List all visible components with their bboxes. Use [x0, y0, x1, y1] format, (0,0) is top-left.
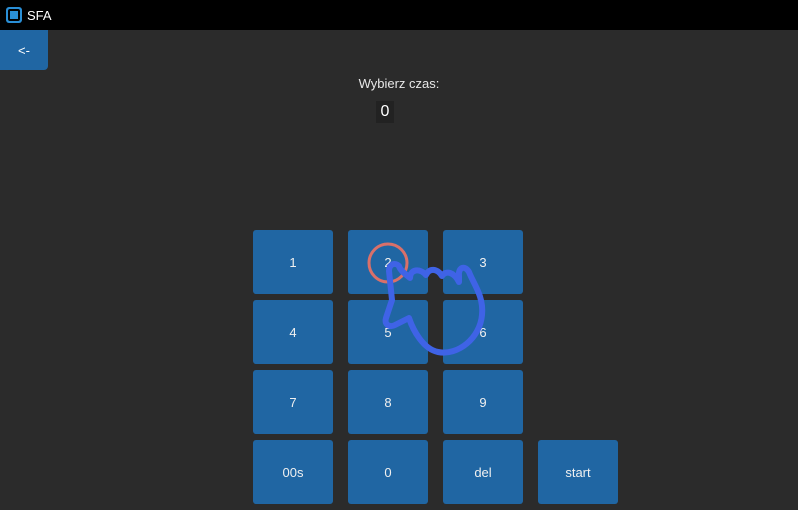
key-0-button[interactable]: 0 [348, 440, 428, 504]
key-9-button[interactable]: 9 [443, 370, 523, 434]
app-window-icon [6, 7, 22, 23]
key-3-button[interactable]: 3 [443, 230, 523, 294]
key-8-button[interactable]: 8 [348, 370, 428, 434]
start-button[interactable]: start [538, 440, 618, 504]
key-5-button[interactable]: 5 [348, 300, 428, 364]
delete-button[interactable]: del [443, 440, 523, 504]
key-2-button[interactable]: 2 [348, 230, 428, 294]
key-00s-button[interactable]: 00s [253, 440, 333, 504]
back-button[interactable]: <- [0, 30, 48, 70]
time-prompt-label: Wybierz czas: [358, 76, 440, 91]
key-4-button[interactable]: 4 [253, 300, 333, 364]
key-7-button[interactable]: 7 [253, 370, 333, 434]
key-6-button[interactable]: 6 [443, 300, 523, 364]
app-title: SFA [27, 8, 52, 23]
key-1-button[interactable]: 1 [253, 230, 333, 294]
title-bar: SFA [0, 0, 798, 30]
time-value-display: 0 [376, 101, 394, 123]
